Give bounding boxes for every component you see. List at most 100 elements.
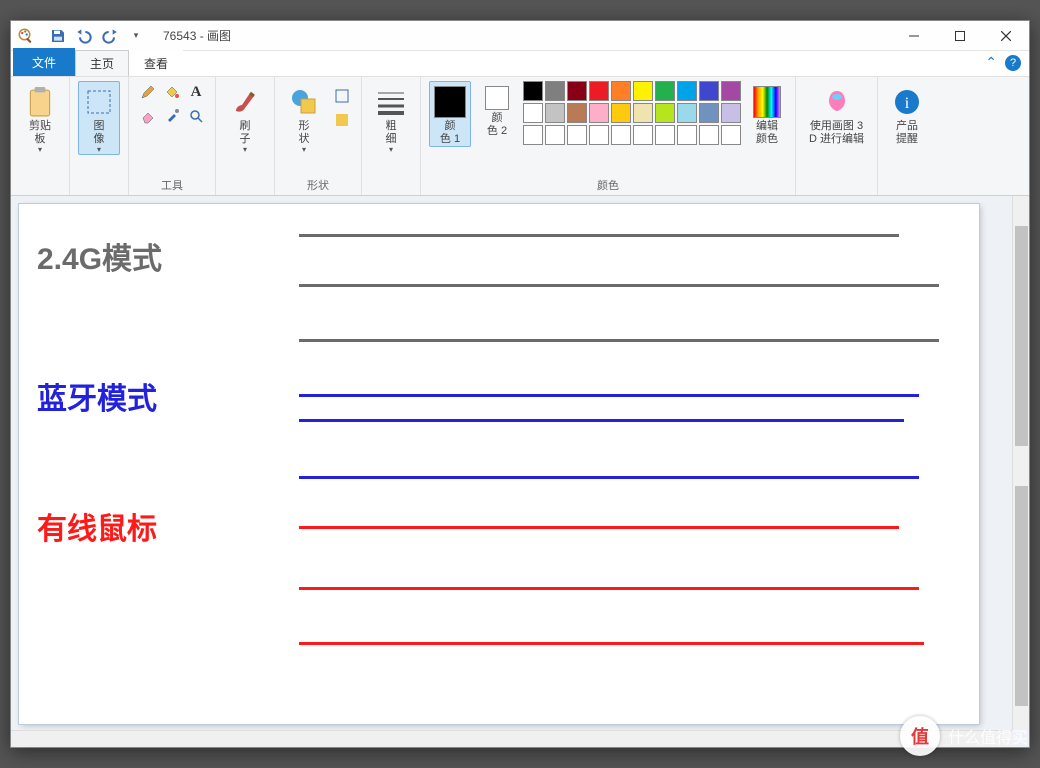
color-swatch[interactable] [699,125,719,145]
text-icon[interactable]: A [185,81,207,103]
canvas-label-2: 蓝牙模式 [37,374,157,418]
ribbon-tabs: 文件 主页 查看 ⌃ ? [11,51,1029,76]
fill-shape-icon[interactable] [331,109,353,131]
color-palette [523,81,741,145]
group-size: 粗 细 ▾ [362,77,421,195]
minimize-button[interactable] [891,21,937,51]
color-swatch[interactable] [721,81,741,101]
outline-icon[interactable] [331,85,353,107]
chevron-down-icon: ▾ [389,146,393,154]
edit-colors-button[interactable]: 编辑 颜色 [747,81,787,147]
collapse-ribbon-icon[interactable]: ⌃ [985,54,997,71]
color-swatch[interactable] [721,125,741,145]
color-swatch[interactable] [567,81,587,101]
product-alert-button[interactable]: i 产品 提醒 [886,81,928,147]
color-swatch[interactable] [523,81,543,101]
shapes-button[interactable]: 形 状 ▾ [283,81,325,155]
tab-file[interactable]: 文件 [13,48,75,76]
quick-access-toolbar: ▾ [47,25,147,47]
color1-button[interactable]: 颜 色 1 [429,81,471,147]
paint3d-button[interactable]: 使用画图 3 D 进行编辑 [804,81,869,147]
window-controls [891,21,1029,51]
color-swatch[interactable] [611,103,631,123]
paint3d-icon [821,86,853,118]
info-icon: i [891,86,923,118]
undo-icon[interactable] [73,25,95,47]
color-swatch[interactable] [655,81,675,101]
canvas-line [299,339,939,342]
color-swatch[interactable] [589,103,609,123]
eraser-icon[interactable] [137,105,159,127]
color-swatch[interactable] [633,103,653,123]
horizontal-scrollbar[interactable] [11,730,1012,747]
color-swatch[interactable] [677,125,697,145]
tab-view[interactable]: 查看 [129,50,183,76]
paint-app-icon [17,27,35,45]
color2-swatch [485,86,509,110]
color-swatch[interactable] [589,81,609,101]
color-swatch[interactable] [545,81,565,101]
chevron-down-icon: ▾ [302,146,306,154]
colors-group-label: 颜色 [597,177,619,193]
color-swatch[interactable] [567,125,587,145]
maximize-button[interactable] [937,21,983,51]
color-swatch[interactable] [545,103,565,123]
help-icon[interactable]: ? [1005,55,1021,71]
color-swatch[interactable] [655,103,675,123]
color-swatch[interactable] [589,125,609,145]
tools-group-label: 工具 [161,177,183,193]
color-swatch[interactable] [633,81,653,101]
watermark-icon: 值 [900,716,940,756]
shapes-group-label: 形状 [307,177,329,193]
watermark-text: 什么值得买 [948,724,1028,748]
color-swatch[interactable] [545,125,565,145]
chevron-down-icon: ▾ [38,146,42,154]
color2-button[interactable]: 颜 色 2 [477,81,517,139]
color-swatch[interactable] [523,125,543,145]
size-icon [375,86,407,118]
color-swatch[interactable] [655,125,675,145]
color1-swatch [434,86,466,118]
scroll-thumb[interactable] [1015,486,1028,706]
color-swatch[interactable] [699,81,719,101]
brush-icon [229,86,261,118]
pencil-icon[interactable] [137,81,159,103]
titlebar-left: ▾ 76543 - 画图 [17,25,231,47]
size-button[interactable]: 粗 细 ▾ [370,81,412,155]
brush-button[interactable]: 刷 子 ▾ [224,81,266,155]
clipboard-icon [24,86,56,118]
color-swatch[interactable] [567,103,587,123]
group-tools: A 工具 [129,77,216,195]
canvas-line [299,419,904,422]
canvas-line [299,394,919,397]
color-swatch[interactable] [699,103,719,123]
color-swatch[interactable] [611,81,631,101]
color-swatch[interactable] [677,103,697,123]
select-button[interactable]: 图 像 ▾ [78,81,120,155]
color-picker-icon[interactable] [161,105,183,127]
svg-text:i: i [905,95,910,112]
canvas-area: 2.4G模式 蓝牙模式 有线鼠标 [11,196,1029,747]
close-button[interactable] [983,21,1029,51]
canvas-line [299,526,899,529]
drawing-canvas[interactable]: 2.4G模式 蓝牙模式 有线鼠标 [19,204,979,724]
fill-icon[interactable] [161,81,183,103]
save-icon[interactable] [47,25,69,47]
qat-customize-icon[interactable]: ▾ [125,25,147,47]
tab-home[interactable]: 主页 [75,50,129,76]
paste-button[interactable]: 剪贴 板 ▾ [19,81,61,155]
redo-icon[interactable] [99,25,121,47]
vertical-scrollbar[interactable] [1012,196,1029,730]
color-swatch[interactable] [721,103,741,123]
chevron-down-icon: ▾ [97,146,101,154]
canvas-line [299,234,899,237]
color-swatch[interactable] [611,125,631,145]
color-swatch[interactable] [677,81,697,101]
magnifier-icon[interactable] [185,105,207,127]
scroll-thumb[interactable] [1015,226,1028,446]
group-shapes: 形 状 ▾ 形状 [275,77,362,195]
color-swatch[interactable] [633,125,653,145]
ribbon: 剪贴 板 ▾ 图 像 ▾ A [11,76,1029,196]
color-swatch[interactable] [523,103,543,123]
group-colors: 颜 色 1 颜 色 2 编辑 颜色 颜色 [421,77,796,195]
